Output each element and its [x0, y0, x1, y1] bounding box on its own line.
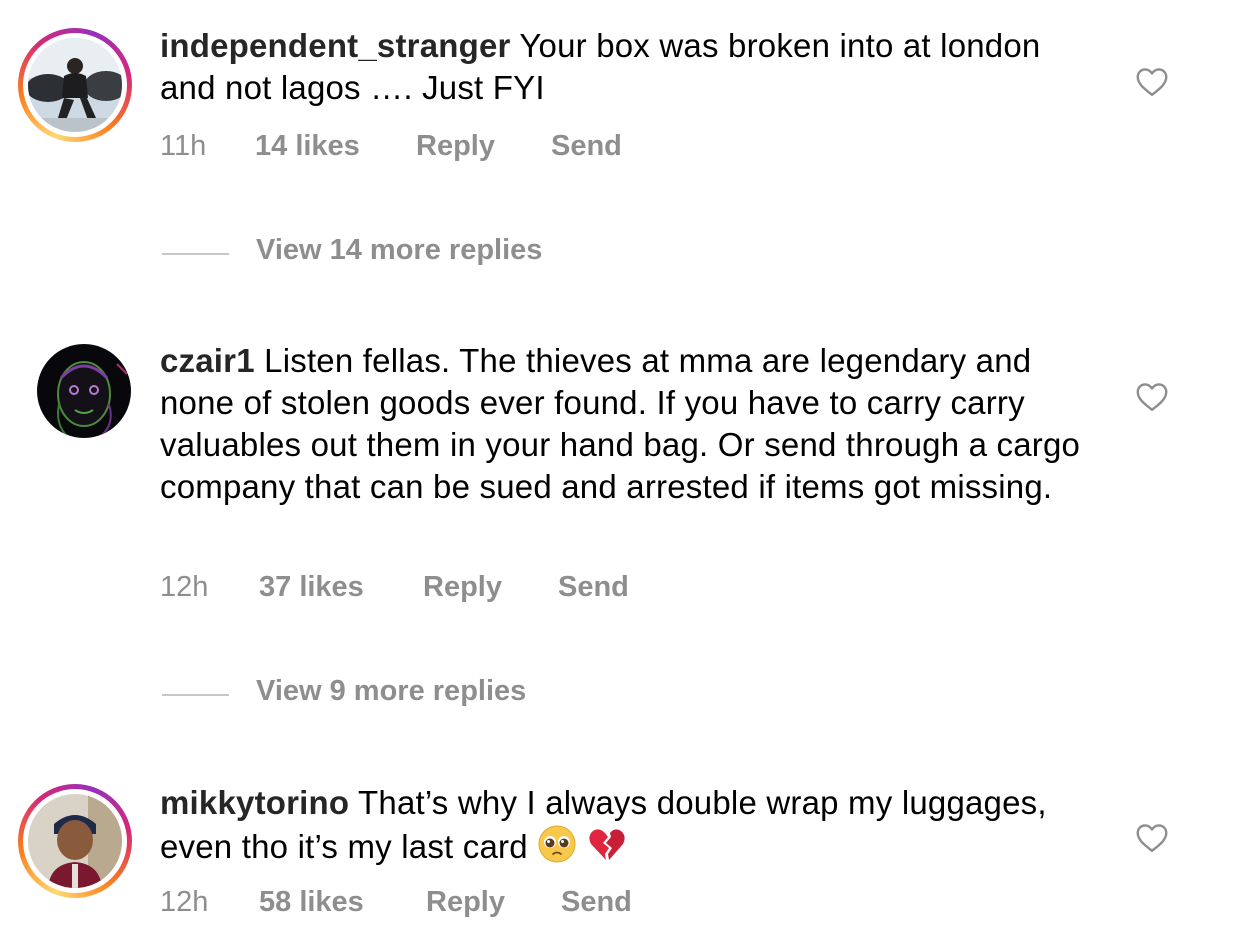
avatar-image — [28, 38, 122, 132]
comment-body: Listen fellas. The thieves at mma are le… — [160, 342, 1081, 505]
reply-button[interactable]: Reply — [416, 130, 495, 163]
send-button[interactable]: Send — [558, 571, 629, 604]
comment-text: independent_stranger Your box was broken… — [160, 25, 1100, 109]
divider-line — [162, 253, 229, 255]
comment-username[interactable]: czair1 — [160, 342, 255, 379]
heart-icon[interactable] — [1133, 379, 1171, 415]
reply-button[interactable]: Reply — [426, 886, 505, 919]
view-more-replies-label[interactable]: View 9 more replies — [256, 675, 526, 708]
heart-icon[interactable] — [1133, 820, 1171, 856]
send-button[interactable]: Send — [551, 130, 622, 163]
avatar[interactable] — [37, 344, 131, 438]
likes-count[interactable]: 14 likes — [255, 130, 360, 163]
comment-time: 11h — [160, 130, 207, 162]
avatar[interactable] — [18, 784, 132, 898]
broken-heart-icon — [588, 829, 625, 860]
comment-text: mikkytorino That’s why I always double w… — [160, 782, 1100, 868]
likes-count[interactable]: 37 likes — [259, 571, 364, 604]
heart-icon[interactable] — [1133, 64, 1171, 100]
comment-time: 12h — [160, 571, 209, 603]
comment-text: czair1 Listen fellas. The thieves at mma… — [160, 340, 1100, 508]
divider-line — [162, 694, 229, 696]
likes-count[interactable]: 58 likes — [259, 886, 364, 919]
view-more-replies-label[interactable]: View 14 more replies — [256, 234, 542, 267]
comment-username[interactable]: independent_stranger — [160, 27, 511, 64]
avatar[interactable] — [18, 28, 132, 142]
avatar-image — [37, 344, 131, 438]
avatar-image — [28, 794, 122, 888]
comment-time: 12h — [160, 886, 209, 918]
reply-button[interactable]: Reply — [423, 571, 502, 604]
send-button[interactable]: Send — [561, 886, 632, 919]
pleading-face-icon — [538, 825, 576, 863]
comment-username[interactable]: mikkytorino — [160, 784, 349, 821]
